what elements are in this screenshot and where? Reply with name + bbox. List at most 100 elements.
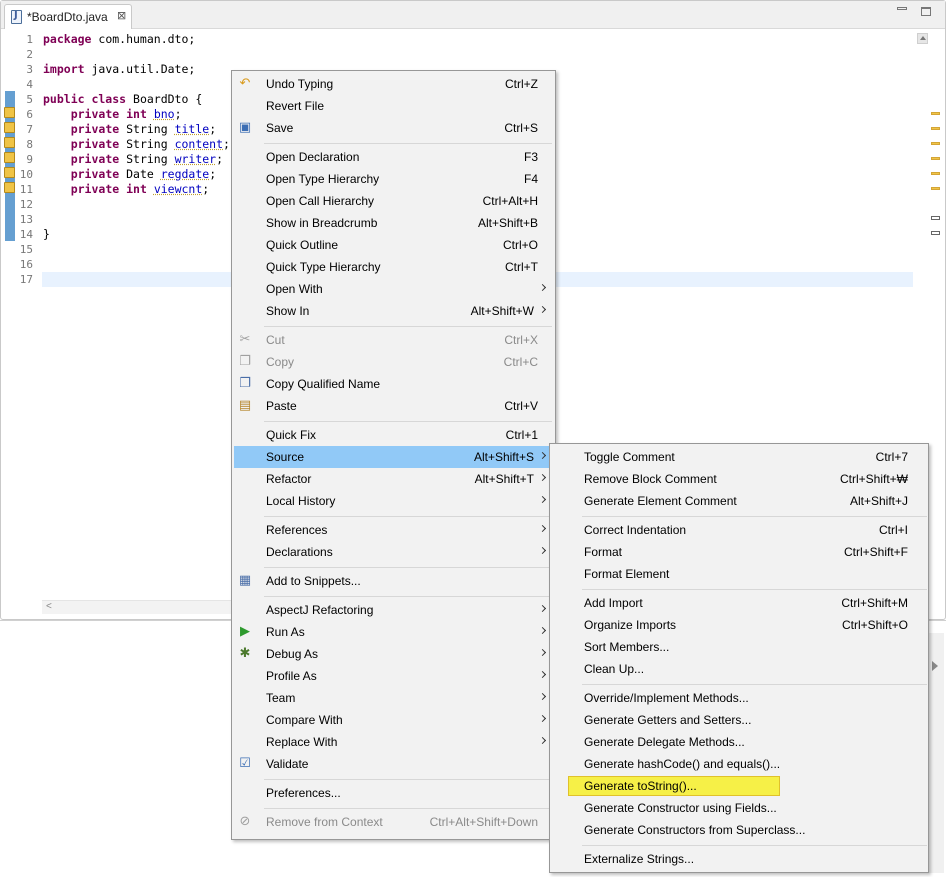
- line-number: 1: [26, 33, 33, 46]
- menu-item-generate-delegate-methods[interactable]: Generate Delegate Methods...: [552, 731, 926, 753]
- tab-title: *BoardDto.java: [27, 10, 108, 24]
- line-number: 4: [26, 78, 33, 91]
- menu-item-generate-tostring[interactable]: Generate toString()...: [552, 775, 926, 797]
- line-number: 16: [19, 258, 33, 271]
- menu-item-format-element[interactable]: Format Element: [552, 563, 926, 585]
- warning-marker[interactable]: [931, 157, 940, 160]
- debug-icon: ✱: [239, 646, 251, 661]
- menu-separator: [264, 596, 552, 597]
- validate-checkbox-icon: ☑: [239, 756, 251, 771]
- submenu-arrow-icon: [539, 306, 545, 315]
- warning-marker[interactable]: [931, 112, 940, 115]
- menu-item-references[interactable]: References: [234, 519, 553, 541]
- menu-item-replace-with[interactable]: Replace With: [234, 731, 553, 753]
- menu-separator: [264, 567, 552, 568]
- menu-item-quick-outline[interactable]: Quick Outline Ctrl+O: [234, 234, 553, 256]
- warning-marker[interactable]: [931, 142, 940, 145]
- menu-item-remove-from-context[interactable]: ⊘ Remove from Context Ctrl+Alt+Shift+Dow…: [234, 811, 553, 833]
- line-number: 11: [19, 183, 33, 196]
- warning-marker[interactable]: [931, 127, 940, 130]
- menu-item-open-type-hierarchy[interactable]: Open Type Hierarchy F4: [234, 168, 553, 190]
- copy-icon: ❐: [239, 354, 251, 369]
- menu-item-validate[interactable]: ☑ Validate: [234, 753, 553, 775]
- submenu-arrow-icon: [539, 605, 545, 614]
- menu-item-open-call-hierarchy[interactable]: Open Call Hierarchy Ctrl+Alt+H: [234, 190, 553, 212]
- menu-item-copy[interactable]: ❐ Copy Ctrl+C: [234, 351, 553, 373]
- submenu-arrow-icon: [539, 525, 545, 534]
- scroll-up-icon[interactable]: [917, 33, 928, 44]
- code-line: }: [43, 227, 50, 241]
- menu-item-clean-up[interactable]: Clean Up...: [552, 658, 926, 680]
- menu-item-format[interactable]: Format Ctrl+Shift+F: [552, 541, 926, 563]
- menu-item-open-declaration[interactable]: Open Declaration F3: [234, 146, 553, 168]
- warning-marker[interactable]: [931, 187, 940, 190]
- menu-item-revert-file[interactable]: Revert File: [234, 95, 553, 117]
- menu-item-generate-element-comment[interactable]: Generate Element Comment Alt+Shift+J: [552, 490, 926, 512]
- menu-separator: [264, 326, 552, 327]
- scroll-left-icon[interactable]: <: [46, 601, 52, 612]
- line-number: 14: [19, 228, 33, 241]
- menu-item-cut[interactable]: ✂ Cut Ctrl+X: [234, 329, 553, 351]
- menu-item-generate-constructor-using-fields[interactable]: Generate Constructor using Fields...: [552, 797, 926, 819]
- line-number: 3: [26, 63, 33, 76]
- menu-item-aspectj-refactoring[interactable]: AspectJ Refactoring: [234, 599, 553, 621]
- menu-item-debug-as[interactable]: ✱ Debug As: [234, 643, 553, 665]
- menu-item-local-history[interactable]: Local History: [234, 490, 553, 512]
- minimize-icon[interactable]: [897, 7, 907, 10]
- menu-item-refactor[interactable]: Refactor Alt+Shift+T: [234, 468, 553, 490]
- code-line: import java.util.Date;: [43, 62, 196, 76]
- line-number: 6: [26, 108, 33, 121]
- submenu-arrow-icon: [539, 671, 545, 680]
- menu-item-toggle-comment[interactable]: Toggle Comment Ctrl+7: [552, 446, 926, 468]
- menu-item-open-with[interactable]: Open With: [234, 278, 553, 300]
- menu-item-correct-indentation[interactable]: Correct Indentation Ctrl+I: [552, 519, 926, 541]
- menu-item-sort-members[interactable]: Sort Members...: [552, 636, 926, 658]
- menu-item-team[interactable]: Team: [234, 687, 553, 709]
- warning-icon: [4, 106, 15, 118]
- menu-item-preferences[interactable]: Preferences...: [234, 782, 553, 804]
- menu-item-organize-imports[interactable]: Organize Imports Ctrl+Shift+O: [552, 614, 926, 636]
- warning-marker[interactable]: [931, 172, 940, 175]
- bottom-panel-scrollbar[interactable]: [928, 633, 944, 873]
- line-number: 13: [19, 213, 33, 226]
- menu-item-run-as[interactable]: ▶ Run As: [234, 621, 553, 643]
- change-marker[interactable]: [931, 216, 940, 220]
- maximize-icon[interactable]: [921, 7, 931, 16]
- menu-item-copy-qualified-name[interactable]: ❐ Copy Qualified Name: [234, 373, 553, 395]
- menu-item-remove-block-comment[interactable]: Remove Block Comment Ctrl+Shift+₩: [552, 468, 926, 490]
- menu-item-show-in[interactable]: Show In Alt+Shift+W: [234, 300, 553, 322]
- menu-separator: [582, 845, 927, 846]
- tab-boarddto-java[interactable]: *BoardDto.java ⊠: [4, 4, 132, 29]
- menu-item-show-in-breadcrumb[interactable]: Show in Breadcrumb Alt+Shift+B: [234, 212, 553, 234]
- warning-icon: [4, 181, 15, 193]
- menu-item-override-implement-methods[interactable]: Override/Implement Methods...: [552, 687, 926, 709]
- line-number: 7: [26, 123, 33, 136]
- line-number: 5: [26, 93, 33, 106]
- menu-item-paste[interactable]: ▤ Paste Ctrl+V: [234, 395, 553, 417]
- menu-item-profile-as[interactable]: Profile As: [234, 665, 553, 687]
- line-number: 8: [26, 138, 33, 151]
- menu-item-quick-type-hierarchy[interactable]: Quick Type Hierarchy Ctrl+T: [234, 256, 553, 278]
- menu-item-add-import[interactable]: Add Import Ctrl+Shift+M: [552, 592, 926, 614]
- menu-item-undo-typing[interactable]: ↶ Undo Typing Ctrl+Z: [234, 73, 553, 95]
- code-line: private String writer;: [70, 152, 224, 166]
- menu-separator: [264, 143, 552, 144]
- copy-qualified-name-icon: ❐: [239, 376, 251, 391]
- menu-item-quick-fix[interactable]: Quick Fix Ctrl+1: [234, 424, 553, 446]
- menu-item-declarations[interactable]: Declarations: [234, 541, 553, 563]
- menu-item-externalize-strings[interactable]: Externalize Strings...: [552, 848, 926, 870]
- menu-item-generate-getters-setters[interactable]: Generate Getters and Setters...: [552, 709, 926, 731]
- menu-item-add-to-snippets[interactable]: ▦ Add to Snippets...: [234, 570, 553, 592]
- close-tab-icon[interactable]: ⊠: [117, 9, 126, 22]
- menu-separator: [264, 779, 552, 780]
- change-marker[interactable]: [931, 231, 940, 235]
- menu-item-generate-constructors-from-superclass[interactable]: Generate Constructors from Superclass...: [552, 819, 926, 841]
- scroll-right-icon[interactable]: [932, 661, 938, 671]
- menu-item-generate-hashcode-equals[interactable]: Generate hashCode() and equals()...: [552, 753, 926, 775]
- line-number: 17: [19, 273, 33, 286]
- submenu-arrow-icon: [539, 649, 545, 658]
- menu-item-compare-with[interactable]: Compare With: [234, 709, 553, 731]
- menu-item-source[interactable]: Source Alt+Shift+S: [234, 446, 553, 468]
- menu-item-save[interactable]: ▣ Save Ctrl+S: [234, 117, 553, 139]
- warning-icon: [4, 121, 15, 133]
